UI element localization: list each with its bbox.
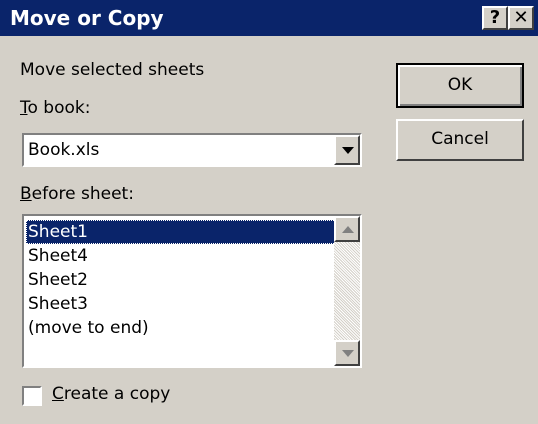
to-book-mnemonic: T xyxy=(20,98,28,118)
before-sheet-label: Before sheet: xyxy=(20,184,134,204)
to-book-dropdown[interactable]: Book.xls xyxy=(22,133,362,167)
sheet-list: Sheet1 Sheet4 Sheet2 Sheet3 (move to end… xyxy=(26,220,336,340)
listbox-scrollbar[interactable] xyxy=(334,216,360,366)
ok-button[interactable]: OK xyxy=(396,63,524,108)
list-item-sheet3[interactable]: Sheet3 xyxy=(26,292,336,316)
chevron-down-icon xyxy=(342,147,354,154)
cancel-button[interactable]: Cancel xyxy=(396,119,524,161)
move-selected-sheets-label: Move selected sheets xyxy=(20,60,205,80)
list-item-sheet2[interactable]: Sheet2 xyxy=(26,268,336,292)
dialog-title: Move or Copy xyxy=(10,6,164,30)
arrow-down-icon xyxy=(342,350,354,357)
create-copy-mnemonic: C xyxy=(52,384,64,404)
dropdown-arrow-button[interactable] xyxy=(334,135,360,165)
arrow-up-icon xyxy=(342,226,354,233)
to-book-label: To book: xyxy=(20,98,90,118)
create-copy-label[interactable]: Create a copy xyxy=(52,384,170,404)
to-book-value: Book.xls xyxy=(28,140,100,160)
scroll-up-button[interactable] xyxy=(334,216,360,242)
create-copy-label-text: reate a copy xyxy=(63,384,171,404)
list-item-sheet4[interactable]: Sheet4 xyxy=(26,244,336,268)
before-sheet-listbox[interactable]: Sheet1 Sheet4 Sheet2 Sheet3 (move to end… xyxy=(22,214,362,368)
to-book-label-text: o book: xyxy=(27,98,91,118)
title-bar[interactable]: Move or Copy ? ✕ xyxy=(0,0,538,36)
create-copy-checkbox[interactable] xyxy=(22,386,42,406)
help-button[interactable]: ? xyxy=(482,6,508,30)
close-button[interactable]: ✕ xyxy=(508,6,534,30)
scroll-down-button[interactable] xyxy=(334,340,360,366)
before-sheet-mnemonic: B xyxy=(20,184,32,204)
list-item-sheet1[interactable]: Sheet1 xyxy=(26,220,336,244)
before-sheet-label-text: efore sheet: xyxy=(31,184,134,204)
move-or-copy-dialog: Move or Copy ? ✕ Move selected sheets To… xyxy=(0,0,538,424)
list-item-move-to-end[interactable]: (move to end) xyxy=(26,316,336,340)
